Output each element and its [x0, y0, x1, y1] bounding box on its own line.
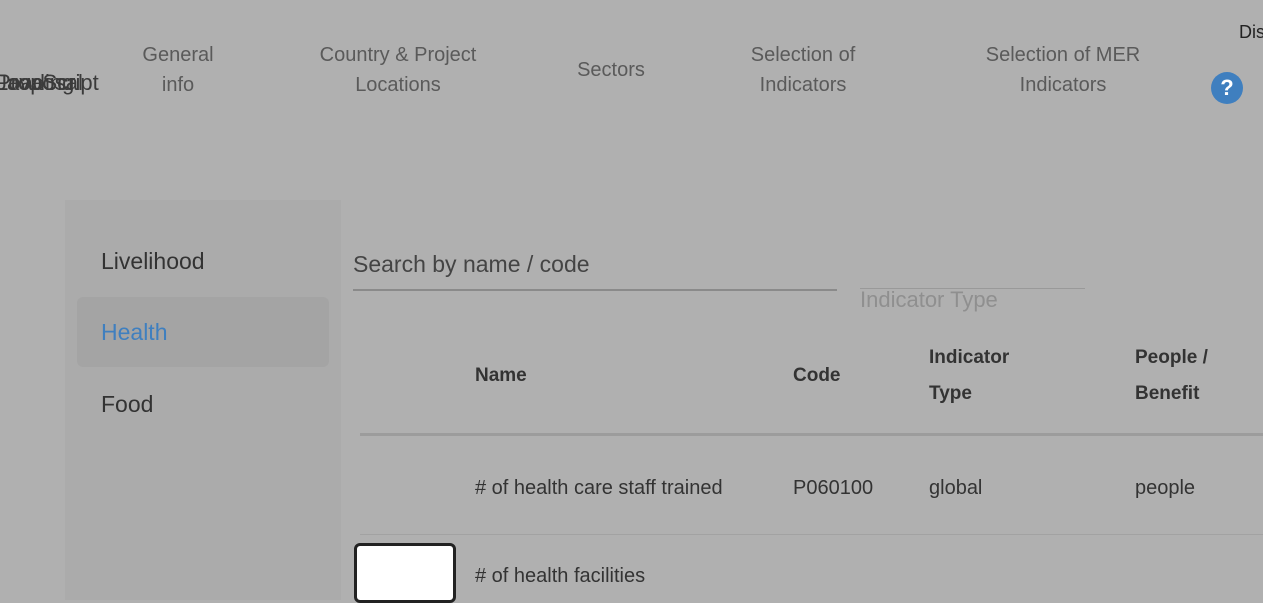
nav-step-selection-mer-indicators[interactable]: Selection of MER Indicators: [973, 40, 1153, 100]
nav-step-country-locations[interactable]: Country & Project Locations: [308, 40, 488, 100]
column-header-indicator-type[interactable]: Indicator Type: [929, 340, 1039, 412]
nav-step-line1: Selection of: [750, 44, 856, 66]
nav-step-line1: General: [142, 44, 214, 66]
row-select-checkbox[interactable]: [354, 543, 456, 603]
cell-code: P060100: [793, 477, 874, 499]
overlap-text-3: Proposal: [0, 70, 83, 95]
nav-step-line2: Indicators: [759, 74, 847, 96]
nav-step-line1: Sectors: [577, 59, 645, 81]
nav-step-selection-indicators[interactable]: Selection of Indicators: [733, 40, 873, 100]
nav-step-line2: info: [161, 74, 195, 96]
search-placeholder: Search by name / code: [353, 251, 590, 277]
help-icon[interactable]: ?: [1211, 72, 1243, 104]
table-header-divider: [360, 433, 1263, 436]
column-header-code[interactable]: Code: [793, 358, 841, 394]
sidebar-item-health[interactable]: Health: [77, 297, 329, 367]
column-header-people-benefit[interactable]: People / Benefit: [1135, 340, 1225, 412]
cell-indicator-type: global: [929, 477, 983, 499]
indicator-type-select[interactable]: Indicator Type: [860, 287, 998, 313]
nav-step-sectors[interactable]: Sectors: [561, 55, 661, 85]
nav-step-line1: Country & Project: [319, 44, 477, 66]
column-header-name[interactable]: Name: [475, 358, 527, 394]
sidebar-item-food[interactable]: Food: [77, 369, 329, 439]
cell-name: # of health care staff trained: [475, 477, 723, 499]
search-input[interactable]: Search by name / code: [353, 245, 837, 291]
nav-step-general-info[interactable]: General info: [128, 40, 228, 100]
cell-people-benefit: people: [1135, 477, 1196, 499]
clipped-top-right-text[interactable]: Dis: [1239, 22, 1263, 43]
cell-name: # of health facilities: [475, 565, 646, 587]
nav-step-line1: Selection of MER: [985, 44, 1141, 66]
sector-sidebar: Livelihood Health Food: [65, 200, 341, 600]
nav-step-line2: Indicators: [1019, 74, 1107, 96]
sidebar-item-livelihood[interactable]: Livelihood: [77, 226, 329, 296]
nav-step-line2: Locations: [355, 74, 441, 96]
row-divider: [360, 534, 1263, 535]
